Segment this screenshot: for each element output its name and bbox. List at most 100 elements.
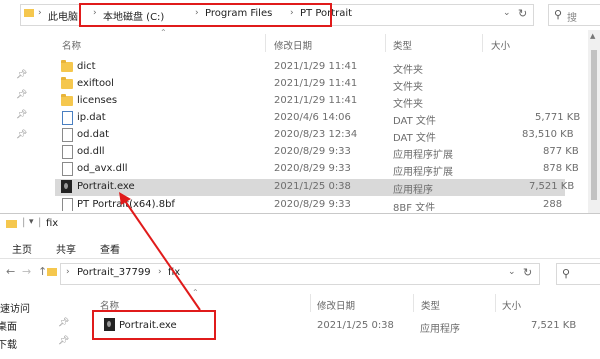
file-row-licenses[interactable]: licenses 2021/1/29 11:41 文件夹 <box>55 93 565 110</box>
file-icon <box>62 111 73 125</box>
separator: | <box>22 217 26 228</box>
pin-icon[interactable]: 📌︎ <box>16 70 27 80</box>
folder-icon <box>24 9 34 17</box>
folder-icon <box>61 60 73 72</box>
column-header-date[interactable]: 修改日期 <box>274 38 312 52</box>
column-divider[interactable] <box>310 294 311 312</box>
navigation-pane: 快速访问 桌面 📌︎ 下载 📌︎ <box>0 288 70 359</box>
column-header-name[interactable]: 名称 <box>62 38 81 52</box>
column-header-type[interactable]: 类型 <box>421 298 440 312</box>
back-arrow-icon[interactable]: ← <box>6 265 15 278</box>
search-field[interactable]: ⚲ <box>556 263 600 285</box>
file-size: 878 KB <box>543 163 579 174</box>
refresh-icon[interactable]: ↻ <box>523 266 532 279</box>
column-header-size[interactable]: 大小 <box>502 298 521 312</box>
exe-icon <box>61 180 72 193</box>
file-size: 5,771 KB <box>535 112 581 123</box>
column-header-date[interactable]: 修改日期 <box>317 298 355 312</box>
pin-icon[interactable]: 📌︎ <box>58 318 69 328</box>
breadcrumb-fix[interactable]: fix <box>168 267 180 278</box>
file-row-exiftool[interactable]: exiftool 2021/1/29 11:41 文件夹 <box>55 76 565 93</box>
file-date: 2020/8/29 9:33 <box>274 146 351 157</box>
file-name: licenses <box>77 95 118 106</box>
nav-item-quick-access[interactable]: 快速访问 <box>0 300 30 315</box>
search-field[interactable]: ⚲ 搜 <box>548 4 600 26</box>
quick-access-dropdown-icon[interactable]: ▾ <box>29 217 34 227</box>
pin-icon[interactable]: 📌︎ <box>16 90 27 100</box>
file-date: 2020/8/29 9:33 <box>274 199 351 210</box>
column-divider[interactable] <box>385 34 386 52</box>
file-row-od-avx-dll[interactable]: od_avx.dll 2020/8/29 9:33 应用程序扩展 878 KB <box>55 161 579 178</box>
file-name: Portrait.exe <box>77 181 135 192</box>
top-explorer-window: › 此电脑 › 本地磁盘 (C:) › Program Files › PT P… <box>0 0 600 213</box>
file-type: 应用程序扩展 <box>393 167 453 178</box>
scroll-up-icon[interactable]: ▲ <box>590 32 595 40</box>
tab-view[interactable]: 查看 <box>100 241 120 256</box>
file-type: 文件夹 <box>393 99 423 110</box>
file-name: dict <box>77 61 96 72</box>
search-icon: ⚲ <box>554 8 563 21</box>
file-type: 应用程序 <box>420 324 460 335</box>
file-type: 文件夹 <box>393 65 423 76</box>
chevron-right-icon: › <box>158 267 162 277</box>
navigation-pane: 📌︎ 📌︎ 📌︎ 📌︎ <box>0 30 40 213</box>
annotation-red-box <box>79 3 332 27</box>
separator: | <box>38 217 42 228</box>
pin-icon[interactable]: 📌︎ <box>16 110 27 120</box>
address-bar: ← → ↑ › Portrait_37799 › fix ⌄ ↻ ⚲ <box>0 262 600 285</box>
column-divider[interactable] <box>482 34 483 52</box>
file-date: 2020/4/6 14:06 <box>274 112 351 123</box>
file-date: 2020/8/29 9:33 <box>274 163 351 174</box>
chevron-down-icon[interactable]: ⌄ <box>503 8 511 18</box>
breadcrumb-this-pc[interactable]: 此电脑 <box>48 8 78 23</box>
nav-item-downloads[interactable]: 下载 <box>0 336 17 351</box>
chevron-down-icon[interactable]: ⌄ <box>508 267 516 277</box>
folder-icon <box>47 268 57 276</box>
vertical-scrollbar[interactable]: ▲ <box>588 30 600 213</box>
file-size: 877 KB <box>543 146 579 157</box>
sort-up-icon: ⌃ <box>192 288 199 297</box>
dll-icon <box>62 162 73 176</box>
column-divider[interactable] <box>495 294 496 312</box>
file-name: ip.dat <box>77 112 106 123</box>
file-row-portrait-exe[interactable]: Portrait.exe 2021/1/25 0:38 应用程序 7,521 K… <box>55 179 574 196</box>
search-placeholder: 搜 <box>567 13 577 24</box>
file-date: 2021/1/29 11:41 <box>274 95 358 106</box>
column-header-type[interactable]: 类型 <box>393 38 412 52</box>
bottom-explorer-window: | ▾ | fix 文件 主页 共享 查看 ← → ↑ › Portrait_3… <box>0 213 600 359</box>
file-row-od-dat[interactable]: od.dat 2020/8/23 12:34 DAT 文件 83,510 KB <box>55 127 574 144</box>
file-date: 2020/8/23 12:34 <box>274 129 358 140</box>
address-box[interactable]: › Portrait_37799 › fix ⌄ ↻ <box>47 263 540 285</box>
file-name: od.dll <box>77 146 105 157</box>
tab-home[interactable]: 主页 <box>12 241 32 256</box>
column-divider[interactable] <box>413 294 414 312</box>
file-name: PT Portrait(x64).8bf <box>77 199 175 210</box>
sort-up-icon: ⌃ <box>160 28 167 37</box>
tab-share[interactable]: 共享 <box>56 241 76 256</box>
file-row-ip-dat[interactable]: ip.dat 2020/4/6 14:06 DAT 文件 5,771 KB <box>55 110 580 127</box>
column-header-size[interactable]: 大小 <box>491 38 510 52</box>
chevron-right-icon: › <box>66 267 70 277</box>
pin-icon[interactable]: 📌︎ <box>58 336 69 346</box>
chevron-right-icon: › <box>38 8 42 18</box>
up-arrow-icon[interactable]: ↑ <box>38 265 47 278</box>
address-bar: › 此电脑 › 本地磁盘 (C:) › Program Files › PT P… <box>0 3 600 27</box>
file-date: 2021/1/25 0:38 <box>317 320 394 331</box>
folder-icon <box>61 94 73 106</box>
window-title: fix <box>46 218 59 229</box>
file-type: 应用程序 <box>393 185 433 196</box>
file-row-od-dll[interactable]: od.dll 2020/8/29 9:33 应用程序扩展 877 KB <box>55 144 579 161</box>
breadcrumb-portrait-folder[interactable]: Portrait_37799 <box>77 267 151 278</box>
refresh-icon[interactable]: ↻ <box>518 7 527 20</box>
file-row-pt-portrait-8bf[interactable]: PT Portrait(x64).8bf 2020/8/29 9:33 8BF … <box>55 197 565 211</box>
file-icon <box>62 128 73 142</box>
file-date: 2021/1/29 11:41 <box>274 61 358 72</box>
scrollbar-thumb[interactable] <box>591 50 597 200</box>
column-divider[interactable] <box>265 34 266 52</box>
pin-icon[interactable]: 📌︎ <box>16 130 27 140</box>
nav-item-desktop[interactable]: 桌面 <box>0 318 17 333</box>
file-size: 288 KB <box>543 199 565 210</box>
forward-arrow-icon[interactable]: → <box>22 265 31 278</box>
folder-icon <box>61 77 73 89</box>
file-row-dict[interactable]: dict 2021/1/29 11:41 文件夹 <box>55 59 565 76</box>
